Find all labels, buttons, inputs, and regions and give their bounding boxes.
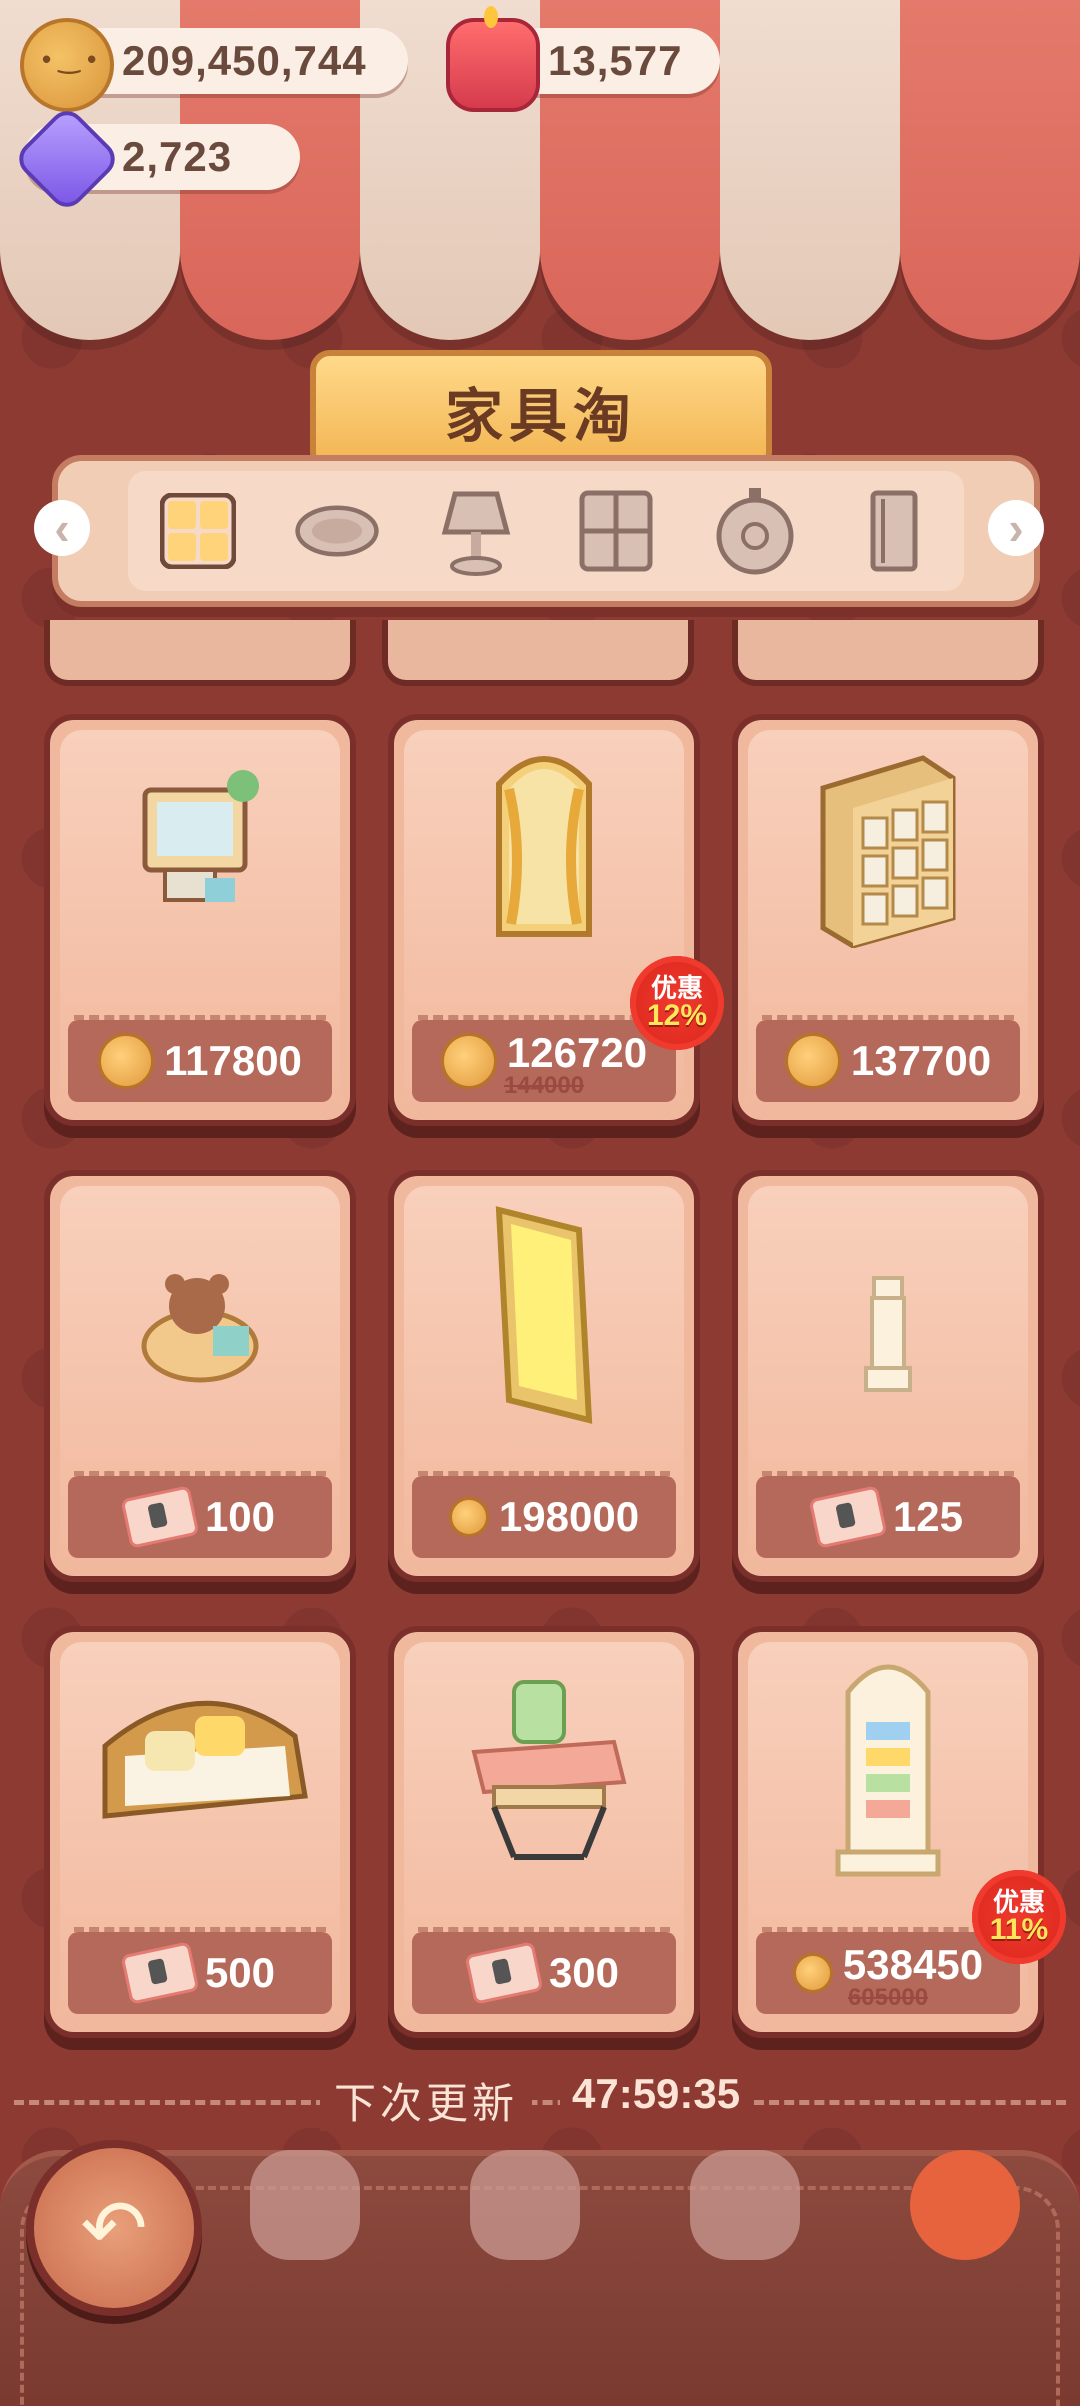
price-bar: 137700 xyxy=(756,1020,1020,1102)
cookie-coin-icon xyxy=(784,1033,841,1089)
grid-icon xyxy=(159,493,236,569)
price-value: 137700 xyxy=(850,1037,992,1084)
cookie-coin-icon xyxy=(448,1497,489,1537)
item-card-bookshelf-cabinet[interactable]: 538450 605000 xyxy=(732,1626,1044,2038)
back-button[interactable]: ↶ xyxy=(26,2140,202,2316)
teddy-basket-image xyxy=(141,1274,259,1383)
ticket-icon xyxy=(120,1485,200,1549)
crystal-amount: 2,723 xyxy=(122,133,233,180)
ticket-icon xyxy=(120,1941,200,2005)
door-icon xyxy=(870,490,918,572)
item-card-ornate-sofa[interactable]: 500 xyxy=(44,1626,356,2038)
nav-carousel[interactable] xyxy=(240,2140,370,2270)
shelf-stub xyxy=(44,620,356,686)
price-value: 125 xyxy=(892,1493,964,1540)
category-next-arrow[interactable]: › xyxy=(988,500,1044,556)
back-arrow-icon: ↶ xyxy=(80,2183,148,2273)
discount-percent: 11% xyxy=(989,1913,1049,1946)
sewing-table-image xyxy=(471,1680,627,1860)
shelf-stub xyxy=(382,620,694,686)
candle-currency[interactable]: 13,577 xyxy=(446,6,720,112)
nav-house[interactable] xyxy=(680,2140,810,2270)
ticket-icon xyxy=(808,1485,888,1549)
cookie-coin-icon xyxy=(98,1033,155,1089)
category-prev-arrow[interactable]: ‹ xyxy=(34,500,90,556)
category-tab-door[interactable] xyxy=(851,488,937,574)
page-title: 家具淘 xyxy=(444,384,637,449)
price-value: 198000 xyxy=(498,1493,640,1540)
carousel-icon xyxy=(250,2150,360,2260)
price-value: 100 xyxy=(204,1493,276,1540)
discount-label: 优惠 xyxy=(992,1887,1045,1917)
category-tab-lamp[interactable] xyxy=(433,488,519,576)
original-price: 144000 xyxy=(503,1072,585,1099)
curtain-door-image xyxy=(496,756,592,937)
price-bar: 198000 xyxy=(412,1476,676,1558)
price-value: 538450 xyxy=(842,1941,984,1988)
bookshelf-cabinet-image xyxy=(835,1664,941,1877)
price-bar: 126720 144000 xyxy=(412,1020,676,1102)
category-tab-clock[interactable] xyxy=(712,488,798,575)
cookie-icon xyxy=(20,18,114,112)
wall-clock-icon xyxy=(716,488,794,575)
item-card-white-pillar[interactable]: 125 xyxy=(732,1170,1044,1582)
discount-badge: 优惠 11% xyxy=(972,1870,1066,1964)
price-value: 300 xyxy=(548,1949,620,1996)
original-price: 605000 xyxy=(847,1984,929,2011)
item-card-sewing-table[interactable]: 300 xyxy=(388,1626,700,2038)
item-card-curtain-door[interactable]: 126720 144000 xyxy=(388,714,700,1126)
category-tab-rug[interactable] xyxy=(294,488,380,574)
ticket-icon xyxy=(464,1941,544,2005)
price-bar: 100 xyxy=(68,1476,332,1558)
item-card-tv-stand[interactable]: 117800 xyxy=(44,714,356,1126)
lamp-icon xyxy=(442,491,511,576)
clothes-icon xyxy=(470,2150,580,2260)
crystal-currency[interactable]: 2,723 xyxy=(11,103,300,215)
discount-percent: 12% xyxy=(646,999,708,1032)
price-value: 117800 xyxy=(164,1037,302,1084)
refresh-timer-row: 下次更新 47:59:35 xyxy=(0,2070,1080,2131)
ornate-sofa-image xyxy=(102,1700,308,1819)
golden-window-image xyxy=(495,1206,593,1424)
price-value: 126720 xyxy=(506,1029,648,1076)
shelf-stub xyxy=(732,620,1044,686)
price-bar: 125 xyxy=(756,1476,1020,1558)
item-card-teddy-basket[interactable]: 100 xyxy=(44,1170,356,1582)
tv-stand-image xyxy=(142,770,259,902)
category-bar xyxy=(52,455,1040,607)
category-tab-all[interactable] xyxy=(155,488,241,574)
refresh-label: 下次更新 xyxy=(320,2070,533,2131)
shop-title-banner: 家具淘 xyxy=(310,350,772,472)
refresh-countdown: 47:59:35 xyxy=(560,2070,753,2118)
price-bar: 300 xyxy=(412,1932,676,2014)
price-bar: 500 xyxy=(68,1932,332,2014)
nav-wardrobe[interactable] xyxy=(460,2140,590,2270)
category-tab-window[interactable] xyxy=(573,488,659,574)
white-pillar-image xyxy=(864,1276,912,1392)
cookie-amount: 209,450,744 xyxy=(122,37,367,84)
window-icon xyxy=(579,490,653,572)
item-card-golden-window[interactable]: 198000 xyxy=(388,1170,700,1582)
cookie-currency[interactable]: 209,450,744 xyxy=(20,18,408,112)
nav-furniture-shop[interactable] xyxy=(900,2140,1030,2270)
item-card-locker-cabinet[interactable]: 137700 xyxy=(732,714,1044,1126)
discount-badge: 优惠 12% xyxy=(630,956,724,1050)
armchair-icon xyxy=(910,2150,1020,2260)
price-value: 500 xyxy=(204,1949,276,1996)
candle-icon xyxy=(446,6,540,112)
mushroom-house-icon xyxy=(690,2150,800,2260)
discount-label: 优惠 xyxy=(650,973,703,1003)
price-bar: 117800 xyxy=(68,1020,332,1102)
locker-cabinet-image xyxy=(820,755,956,948)
candle-amount: 13,577 xyxy=(548,37,683,84)
rug-icon xyxy=(295,505,379,557)
